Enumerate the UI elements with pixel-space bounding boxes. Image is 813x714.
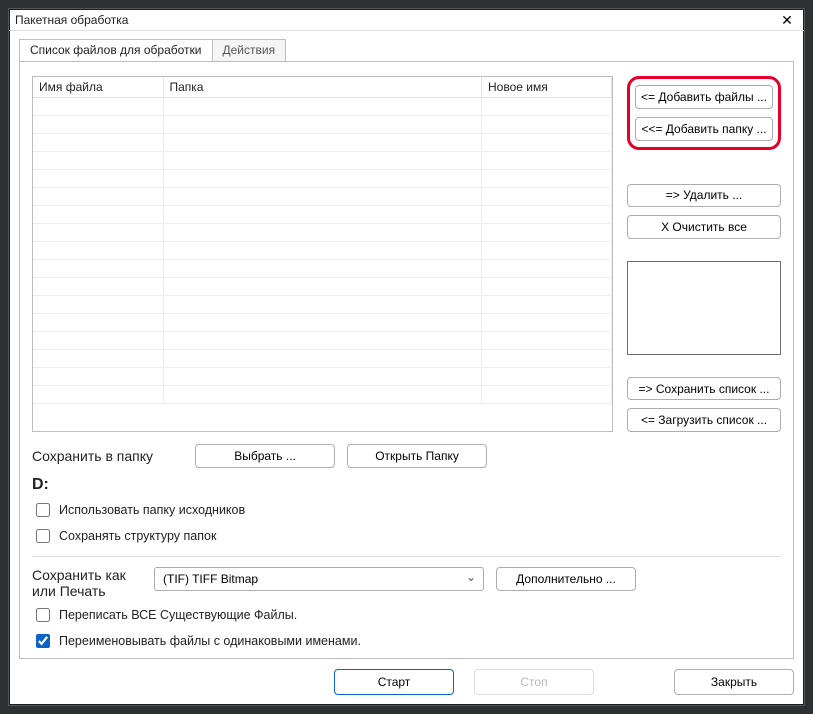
table-row[interactable]	[33, 386, 612, 404]
file-table[interactable]: Имя файла Папка Новое имя	[32, 76, 613, 432]
highlight-add-buttons: <= Добавить файлы ... <<= Добавить папку…	[627, 76, 781, 150]
table-row[interactable]	[33, 170, 612, 188]
close-button[interactable]: Закрыть	[674, 669, 794, 695]
save-list-button[interactable]: => Сохранить список ...	[627, 377, 781, 401]
table-row[interactable]	[33, 278, 612, 296]
table-row[interactable]	[33, 296, 612, 314]
format-combo-wrap: (TIF) TIFF Bitmap	[154, 567, 484, 591]
open-folder-button[interactable]: Открыть Папку	[347, 444, 487, 468]
keep-structure-checkbox[interactable]: Сохранять структуру папок	[32, 526, 781, 546]
overwrite-input[interactable]	[36, 608, 50, 622]
remove-button[interactable]: => Удалить ...	[627, 184, 781, 208]
table-row[interactable]	[33, 188, 612, 206]
rename-dupes-input[interactable]	[36, 634, 50, 648]
table-row[interactable]	[33, 314, 612, 332]
save-to-folder-label: Сохранить в папку	[32, 448, 153, 464]
table-row[interactable]	[33, 98, 612, 116]
tabstrip: Список файлов для обработки Действия	[19, 39, 794, 61]
titlebar: Пакетная обработка ✕	[9, 9, 804, 31]
tab-page-filelist: Имя файла Папка Новое имя <= Добавить фа…	[19, 61, 794, 659]
close-icon[interactable]: ✕	[774, 11, 800, 29]
overwrite-checkbox[interactable]: Переписать ВСЕ Существующие Файлы.	[32, 605, 781, 625]
table-row[interactable]	[33, 242, 612, 260]
tab-filelist[interactable]: Список файлов для обработки	[19, 39, 213, 61]
col-header-folder[interactable]: Папка	[163, 77, 482, 98]
table-row[interactable]	[33, 152, 612, 170]
add-folder-button[interactable]: <<= Добавить папку ...	[635, 117, 773, 141]
keep-structure-input[interactable]	[36, 529, 50, 543]
preview-box	[627, 261, 781, 355]
drive-label: D:	[32, 476, 781, 494]
top-section: Имя файла Папка Новое имя <= Добавить фа…	[32, 76, 781, 432]
table-row[interactable]	[33, 368, 612, 386]
table-row[interactable]	[33, 260, 612, 278]
load-list-button[interactable]: <= Загрузить список ...	[627, 408, 781, 432]
side-buttons: <= Добавить файлы ... <<= Добавить папку…	[627, 76, 781, 432]
table-row[interactable]	[33, 206, 612, 224]
save-as-label-2: или Печать	[32, 583, 142, 599]
format-extra-button[interactable]: Дополнительно ...	[496, 567, 636, 591]
file-table-grid: Имя файла Папка Новое имя	[33, 77, 612, 404]
tab-actions[interactable]: Действия	[212, 39, 287, 61]
table-row[interactable]	[33, 116, 612, 134]
table-row[interactable]	[33, 350, 612, 368]
rename-dupes-checkbox[interactable]: Переименовывать файлы с одинаковыми имен…	[32, 631, 781, 651]
stop-button: Стоп	[474, 669, 594, 695]
table-row[interactable]	[33, 332, 612, 350]
use-source-folder-input[interactable]	[36, 503, 50, 517]
use-source-folder-checkbox[interactable]: Использовать папку исходников	[32, 500, 781, 520]
col-header-name[interactable]: Имя файла	[33, 77, 163, 98]
table-row[interactable]	[33, 224, 612, 242]
add-files-button[interactable]: <= Добавить файлы ...	[635, 85, 773, 109]
start-button[interactable]: Старт	[334, 669, 454, 695]
save-as-label-1: Сохранить как	[32, 567, 142, 583]
client-area: Список файлов для обработки Действия Имя…	[9, 31, 804, 705]
choose-folder-button[interactable]: Выбрать ...	[195, 444, 335, 468]
controls-area: Сохранить в папку Выбрать ... Открыть Па…	[32, 444, 781, 651]
format-combo[interactable]: (TIF) TIFF Bitmap	[154, 567, 484, 591]
footer: Старт Стоп Закрыть	[19, 667, 794, 697]
dialog-window: Пакетная обработка ✕ Список файлов для о…	[8, 8, 805, 706]
table-row[interactable]	[33, 134, 612, 152]
window-title: Пакетная обработка	[15, 13, 774, 27]
col-header-new[interactable]: Новое имя	[482, 77, 612, 98]
clear-button[interactable]: X Очистить все	[627, 215, 781, 239]
separator	[32, 556, 781, 557]
